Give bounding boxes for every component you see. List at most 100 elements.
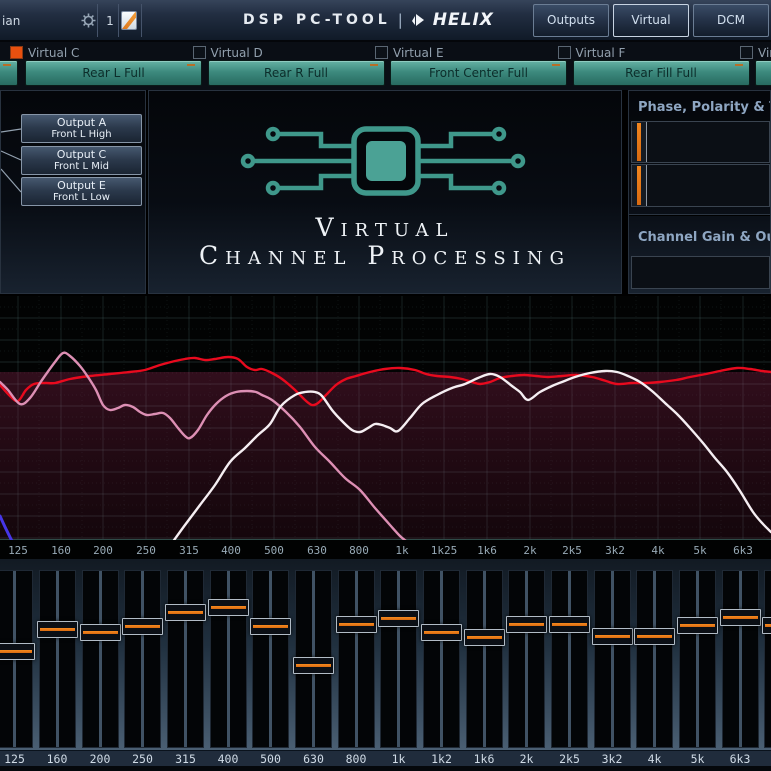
eq-band-track-2k[interactable] xyxy=(508,570,545,748)
minimize-dash-icon xyxy=(370,64,378,66)
graph-axis-labels: 1251602002503154005006308001k1k251k62k2k… xyxy=(0,540,771,559)
eq-band-handle-800[interactable] xyxy=(336,616,377,633)
eq-band-handle-630[interactable] xyxy=(293,657,334,674)
gear-icon[interactable] xyxy=(80,12,97,29)
eq-band-track-1k2[interactable] xyxy=(423,570,460,748)
eq-band-track-400[interactable] xyxy=(210,570,247,748)
graph-tick-label: 250 xyxy=(136,544,156,557)
phase-slider-handle[interactable] xyxy=(632,165,647,206)
eq-band-track-1k6[interactable] xyxy=(466,570,503,748)
eq-band-handle-6k3[interactable] xyxy=(720,609,761,626)
eq-band-handle-3k2[interactable] xyxy=(592,628,633,645)
orange-bar xyxy=(424,631,459,634)
channel-button-partial-right[interactable] xyxy=(755,60,771,86)
equalizer-label-strip: 1251602002503154005006308001k1k21k62k2k5… xyxy=(0,750,771,766)
eq-band-track-1k[interactable] xyxy=(380,570,417,748)
graph-tick-label: 1k6 xyxy=(477,544,497,557)
eq-band-track-160[interactable] xyxy=(39,570,76,748)
app-title: DSP PC-TOOL xyxy=(243,12,391,28)
eq-band-track-250[interactable] xyxy=(124,570,161,748)
dsp-pc-tool-window: ian 1 DSP PC-TOOL | HELIX OutputsVirtual… xyxy=(0,0,771,771)
phase-slider-1[interactable] xyxy=(631,121,770,163)
output-button-output-e[interactable]: Output EFront L Low xyxy=(21,177,142,206)
eq-band-track-315[interactable] xyxy=(167,570,204,748)
eq-band-handle-1k6[interactable] xyxy=(464,629,505,646)
orange-bar xyxy=(253,625,288,628)
orange-bar xyxy=(381,617,416,620)
checkbox-virtual-c[interactable] xyxy=(10,46,23,59)
nav-button-dcm[interactable]: DCM xyxy=(693,4,769,37)
checkbox-virtu[interactable] xyxy=(740,46,753,59)
output-button-output-c[interactable]: Output CFront L Mid xyxy=(21,146,142,175)
eq-band-label: 250 xyxy=(132,752,153,766)
eq-band-track-5k[interactable] xyxy=(679,570,716,748)
graph-tick-label: 400 xyxy=(221,544,241,557)
eq-band-track-800[interactable] xyxy=(338,570,375,748)
eq-band-track-6k3[interactable] xyxy=(722,570,759,748)
eq-track-centerline xyxy=(525,571,528,747)
eq-band-handle-partial[interactable] xyxy=(762,617,771,634)
orange-bar xyxy=(40,628,75,631)
routing-panel: Output AFront L HighOutput CFront L MidO… xyxy=(0,90,146,294)
eq-band-handle-315[interactable] xyxy=(165,604,206,621)
eq-band-handle-4k[interactable] xyxy=(634,628,675,645)
eq-band-track-200[interactable] xyxy=(82,570,119,748)
panel-title-line2: Channel Processing xyxy=(149,241,621,270)
eq-track-centerline xyxy=(184,571,187,747)
eq-band-label: 500 xyxy=(260,752,281,766)
orange-bar xyxy=(552,623,587,626)
eq-band-track-4k[interactable] xyxy=(636,570,673,748)
top-bar-separator xyxy=(97,4,98,37)
eq-band-handle-200[interactable] xyxy=(80,624,121,641)
graph-tick-label: 2k5 xyxy=(562,544,582,557)
orange-bar xyxy=(83,631,118,634)
checkbox-virtual-e[interactable] xyxy=(375,46,388,59)
nav-button-virtual[interactable]: Virtual xyxy=(613,4,689,37)
eq-band-track-2k5[interactable] xyxy=(551,570,588,748)
eq-band-handle-160[interactable] xyxy=(37,621,78,638)
graph-tick-label: 500 xyxy=(264,544,284,557)
app-logo: DSP PC-TOOL | HELIX xyxy=(243,10,494,30)
phase-gain-panel: Phase, Polarity & Tim Channel Gain & Out… xyxy=(628,90,771,294)
eq-band-handle-2k5[interactable] xyxy=(549,616,590,633)
nav-button-outputs[interactable]: Outputs xyxy=(533,4,609,37)
pencil-glyph xyxy=(121,11,137,30)
eq-band-handle-400[interactable] xyxy=(208,599,249,616)
eq-band-handle-250[interactable] xyxy=(122,618,163,635)
edit-note-icon[interactable] xyxy=(121,11,137,30)
eq-band-label: 800 xyxy=(346,752,367,766)
graph-tick-label: 125 xyxy=(8,544,28,557)
phase-slider-2[interactable] xyxy=(631,164,770,207)
frequency-response-graph[interactable] xyxy=(0,296,771,540)
helix-brand-icon xyxy=(410,12,426,28)
output-label-line1: Output A xyxy=(22,117,141,129)
eq-band-handle-125[interactable] xyxy=(0,643,35,660)
output-button-output-a[interactable]: Output AFront L High xyxy=(21,114,142,143)
eq-band-label: 1k2 xyxy=(431,752,452,766)
channel-button-rear-l-full[interactable]: Rear L Full xyxy=(25,60,202,86)
phase-slider-handle[interactable] xyxy=(632,122,647,162)
orange-bar xyxy=(339,623,374,626)
preset-name: ian xyxy=(2,14,20,28)
top-bar-separator xyxy=(141,4,142,37)
eq-band-handle-2k[interactable] xyxy=(506,616,547,633)
checkbox-virtual-f[interactable] xyxy=(558,46,571,59)
eq-band-handle-1k[interactable] xyxy=(378,610,419,627)
eq-band-label: 2k5 xyxy=(559,752,580,766)
eq-band-track-3k2[interactable] xyxy=(594,570,631,748)
channel-button-rear-fill-full[interactable]: Rear Fill Full xyxy=(573,60,750,86)
channel-button-rear-r-full[interactable]: Rear R Full xyxy=(208,60,385,86)
graph-tick-label: 2k xyxy=(523,544,536,557)
eq-band-handle-1k2[interactable] xyxy=(421,624,462,641)
top-bar: ian 1 DSP PC-TOOL | HELIX OutputsVirtual… xyxy=(0,0,771,42)
channel-button-front-center-full[interactable]: Front Center Full xyxy=(390,60,567,86)
checkbox-virtual-d[interactable] xyxy=(193,46,206,59)
eq-band-handle-500[interactable] xyxy=(250,618,291,635)
eq-band-handle-5k[interactable] xyxy=(677,617,718,634)
eq-band-track-partial[interactable] xyxy=(764,570,771,748)
eq-band-track-500[interactable] xyxy=(252,570,289,748)
gain-box[interactable] xyxy=(631,256,770,289)
eq-track-centerline xyxy=(141,571,144,747)
eq-band-label: 1k xyxy=(392,752,406,766)
channel-button-partial-left[interactable] xyxy=(0,60,18,86)
